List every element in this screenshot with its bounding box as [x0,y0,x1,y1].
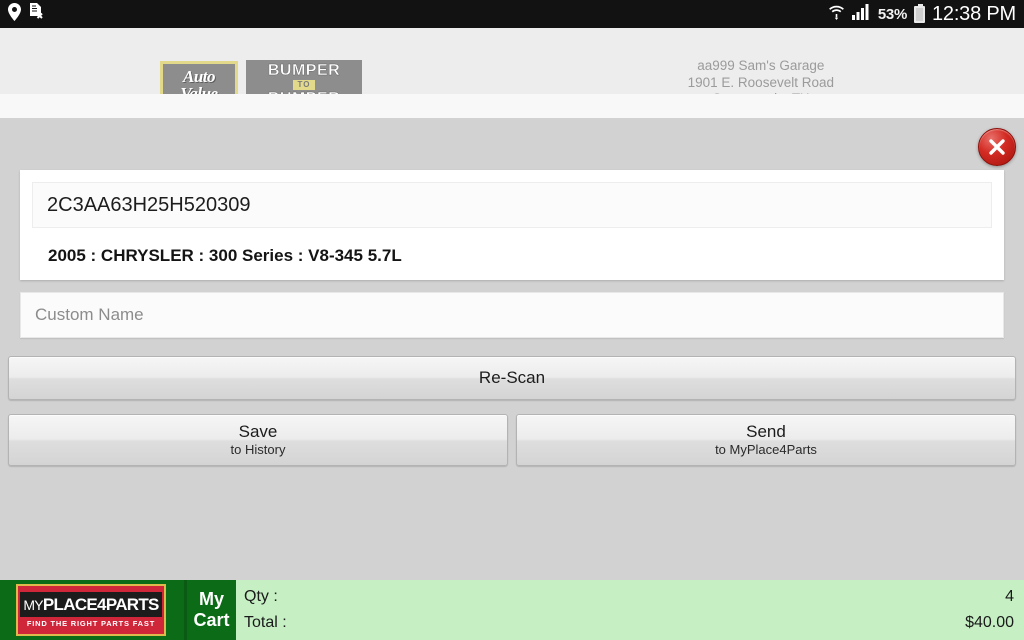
send-button-title: Send [746,422,786,441]
myplace4parts-logo-wordmark: MYPLACE4PARTS [20,591,162,617]
location-pin-icon [8,2,21,26]
close-x-glyph [989,139,1005,155]
vin-result-card: 2005 : CHRYSLER : 300 Series : V8-345 5.… [20,170,1004,280]
btb-line1: BUMPER [267,62,341,79]
my-cart-button[interactable]: My Cart [184,580,236,640]
custom-name-input[interactable] [21,293,1003,337]
signal-bars-icon [851,3,871,25]
logo-4: 4 [97,594,106,614]
status-bar-left-icons [8,2,44,26]
custom-name-field-wrapper [20,292,1004,338]
cart-summary-panel: Qty : 4 Total : $40.00 [236,580,1024,640]
cart-qty-row: Qty : 4 [244,584,1014,610]
battery-icon [913,3,925,23]
cart-total-label: Total : [244,614,287,631]
my-cart-line1: My [198,589,224,609]
android-status-bar: 53% 12:38 PM [0,0,1024,28]
header-divider-band [0,94,1024,118]
my-cart-line2: Cart [193,610,230,630]
store-street: 1901 E. Roosevelt Road [687,74,834,90]
logo-place: PLACE [42,594,98,614]
vin-input[interactable] [32,182,992,228]
status-bar-clock: 12:38 PM [931,2,1016,25]
btb-to: TO [292,80,316,90]
logo-my: MY [23,596,43,613]
cart-total-row: Total : $40.00 [244,610,1014,636]
myplace4parts-tagline: FIND THE RIGHT PARTS FAST [26,618,156,628]
battery-percent-label: 53% [877,5,907,23]
rescan-button[interactable]: Re-Scan [8,356,1016,400]
close-icon[interactable] [978,128,1016,166]
cart-qty-value: 4 [1005,588,1014,605]
store-name: aa999 Sam's Garage [697,58,825,73]
wifi-icon [828,3,845,26]
save-button-title: Save [238,422,278,441]
status-bar-right-icons: 53% 12:38 PM [828,3,1016,26]
vehicle-description: 2005 : CHRYSLER : 300 Series : V8-345 5.… [48,246,402,265]
save-to-history-button[interactable]: Save to History [8,414,508,466]
cart-total-value: $40.00 [965,614,1014,631]
document-error-icon [29,2,44,26]
bottom-cart-bar: MYPLACE4PARTS FIND THE RIGHT PARTS FAST … [0,580,1024,640]
send-button-subtitle: to MyPlace4Parts [715,442,817,457]
store-header: Auto Value BUMPER TO BUMPER aa999 Sam's … [0,28,1024,123]
save-button-subtitle: to History [230,442,286,457]
cart-qty-label: Qty : [244,588,278,605]
rescan-button-label: Re-Scan [478,368,546,387]
send-to-myplace4parts-button[interactable]: Send to MyPlace4Parts [516,414,1016,466]
auto-value-logo-line1: Auto [182,67,216,86]
app-root: 53% 12:38 PM Auto Value BUMPER TO BUMPER… [0,0,1024,640]
logo-parts: PARTS [105,594,160,614]
myplace4parts-logo[interactable]: MYPLACE4PARTS FIND THE RIGHT PARTS FAST [16,584,166,636]
vin-scan-modal: 2005 : CHRYSLER : 300 Series : V8-345 5.… [0,118,1024,580]
